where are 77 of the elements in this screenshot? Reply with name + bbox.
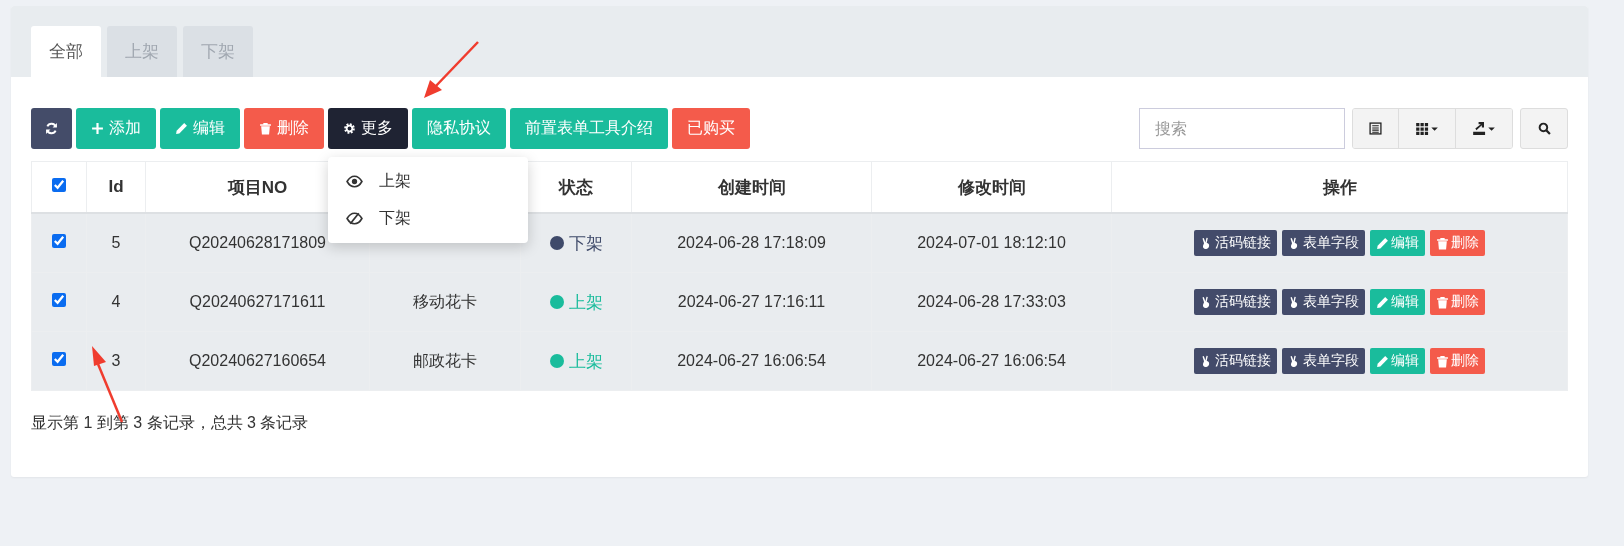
toolbar-button[interactable]: 前置表单工具介绍 (510, 108, 668, 149)
export-button[interactable] (1455, 109, 1512, 148)
select-all-checkbox[interactable] (52, 178, 66, 192)
trash-icon (1436, 295, 1449, 309)
toolbar-button[interactable]: 删除 (244, 108, 324, 149)
pencil-icon (1376, 354, 1389, 368)
list-icon (1369, 122, 1382, 135)
export-caret-icon (1472, 122, 1496, 135)
pencil-icon (1376, 236, 1389, 250)
action-button[interactable]: 删除 (1430, 289, 1485, 315)
column-header: 状态 (559, 177, 593, 197)
action-button[interactable]: 编辑 (1370, 348, 1425, 374)
table-cell: 2024-06-28 17:18:09 (677, 234, 826, 251)
pencil-icon (1376, 295, 1389, 309)
column-header: 操作 (1322, 177, 1357, 197)
table-cell: 5 (111, 234, 121, 251)
eye-slash-icon (346, 212, 363, 225)
tab[interactable]: 上架 (107, 26, 177, 77)
plus-icon (91, 122, 104, 135)
grid-caret-icon (1415, 122, 1439, 135)
status-label: 上架 (568, 350, 603, 373)
table-cell: 2024-06-27 16:06:54 (677, 352, 826, 369)
toolbar-button[interactable]: 添加 (76, 108, 156, 149)
trash-icon (259, 122, 272, 135)
action-button[interactable]: 删除 (1430, 230, 1485, 256)
table-cell: 邮政花卡 (413, 351, 477, 369)
eye-icon (346, 175, 363, 188)
more-button[interactable]: 更多 (328, 108, 408, 149)
search-icon (1537, 122, 1551, 135)
status-label: 下架 (568, 232, 603, 255)
trash-icon (1436, 354, 1449, 368)
menu-item[interactable]: 下架 (328, 200, 528, 237)
table-cell: Q20240627160654 (189, 352, 326, 369)
refresh-button[interactable] (31, 108, 72, 149)
table-cell: 4 (111, 293, 121, 310)
toolbar-button[interactable]: 编辑 (160, 108, 240, 149)
action-button[interactable]: 活码链接 (1194, 289, 1277, 315)
row-checkbox[interactable] (52, 234, 66, 248)
action-button[interactable]: 活码链接 (1194, 348, 1277, 374)
toolbar-button[interactable]: 已购买 (672, 108, 750, 149)
table-cell: 2024-06-27 17:16:11 (677, 293, 826, 310)
table-cell: Q20240628171809 (189, 234, 326, 251)
action-button[interactable]: 编辑 (1370, 230, 1425, 256)
column-header: 修改时间 (957, 177, 1026, 197)
pagination-info: 显示第 1 到第 3 条记录，总共 3 条记录 (31, 413, 309, 433)
menu-item-label: 上架 (379, 171, 411, 191)
menu-item-label: 下架 (379, 208, 411, 228)
row-checkbox[interactable] (52, 293, 66, 307)
settings-icon (343, 122, 356, 135)
action-button[interactable]: 活码链接 (1194, 230, 1277, 256)
action-button[interactable]: 表单字段 (1282, 230, 1365, 256)
column-header: 创建时间 (717, 177, 786, 197)
search-button[interactable] (1520, 108, 1568, 149)
table-cell: 2024-06-28 17:33:03 (917, 293, 1066, 310)
menu-item[interactable]: 上架 (328, 163, 528, 200)
column-header: Id (108, 177, 124, 196)
trash-icon (1436, 236, 1449, 250)
row-checkbox[interactable] (52, 352, 66, 366)
column-header: 项目NO (227, 177, 288, 197)
action-button[interactable]: 表单字段 (1282, 348, 1365, 374)
status-label: 上架 (568, 291, 603, 314)
table-cell: 2024-06-27 16:06:54 (917, 352, 1066, 369)
columns-button[interactable] (1398, 109, 1455, 148)
toggle-view-button[interactable] (1353, 109, 1398, 148)
tab[interactable]: 全部 (31, 26, 101, 77)
table-cell: Q20240627171611 (189, 293, 326, 310)
search-field[interactable]: 搜索 (1139, 108, 1345, 149)
table-cell: 2024-07-01 18:12:10 (917, 234, 1066, 251)
action-button[interactable]: 删除 (1430, 348, 1485, 374)
table-cell: 移动花卡 (413, 292, 477, 310)
table-cell: 3 (111, 352, 121, 369)
toolbar-button[interactable]: 隐私协议 (412, 108, 506, 149)
pencil-icon (175, 122, 188, 135)
tab[interactable]: 下架 (183, 26, 253, 77)
refresh-icon (45, 122, 58, 135)
action-button[interactable]: 表单字段 (1282, 289, 1365, 315)
action-button[interactable]: 编辑 (1370, 289, 1425, 315)
